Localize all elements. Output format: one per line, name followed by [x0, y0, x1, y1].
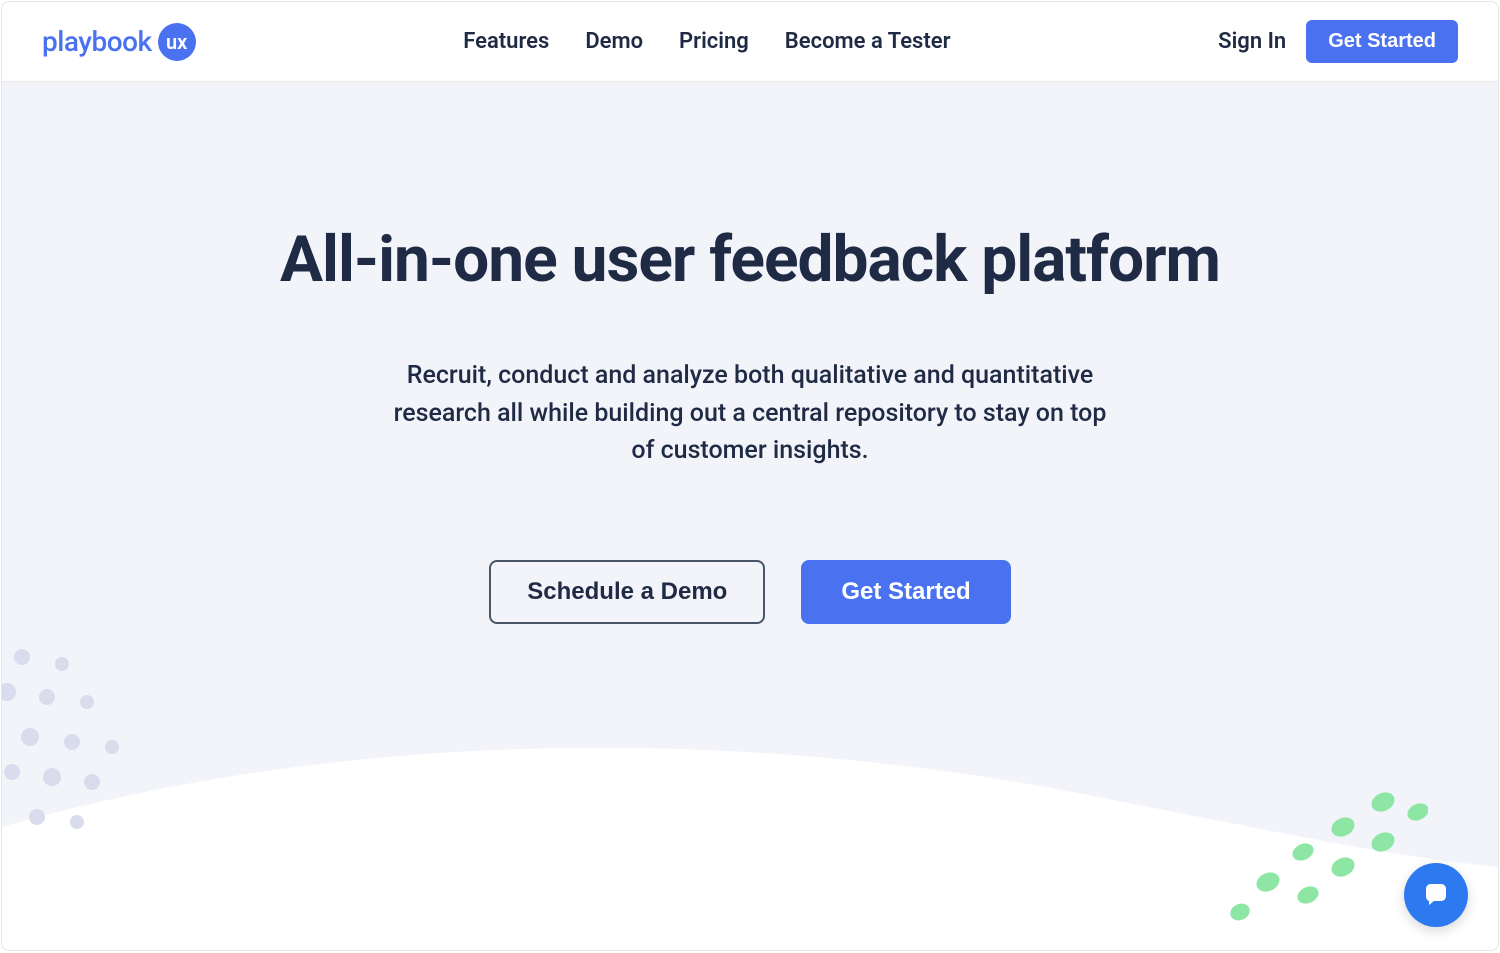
hero-actions: Schedule a Demo Get Started [2, 560, 1498, 624]
decorative-dots-left [2, 642, 132, 842]
logo-badge: ux [158, 23, 196, 61]
schedule-demo-button[interactable]: Schedule a Demo [489, 560, 765, 624]
chat-widget-button[interactable] [1404, 863, 1468, 927]
nav-become-tester[interactable]: Become a Tester [785, 29, 951, 54]
hero-section: All-in-one user feedback platform Recrui… [2, 82, 1498, 951]
decorative-dots-right [1228, 787, 1428, 927]
header: playbook ux Features Demo Pricing Become… [2, 2, 1498, 82]
nav-demo[interactable]: Demo [585, 29, 643, 54]
logo-text: playbook [42, 25, 152, 58]
chat-icon [1420, 879, 1452, 911]
signin-link[interactable]: Sign In [1218, 29, 1286, 54]
hero-content: All-in-one user feedback platform Recrui… [2, 82, 1498, 624]
nav-features[interactable]: Features [463, 29, 549, 54]
logo[interactable]: playbook ux [42, 23, 196, 61]
main-nav: Features Demo Pricing Become a Tester [463, 29, 950, 54]
nav-pricing[interactable]: Pricing [679, 29, 749, 54]
get-started-header-button[interactable]: Get Started [1306, 20, 1458, 63]
get-started-hero-button[interactable]: Get Started [801, 560, 1010, 624]
hero-title: All-in-one user feedback platform [2, 222, 1498, 297]
hero-subtitle: Recruit, conduct and analyze both qualit… [380, 357, 1120, 470]
header-right: Sign In Get Started [1218, 20, 1458, 63]
